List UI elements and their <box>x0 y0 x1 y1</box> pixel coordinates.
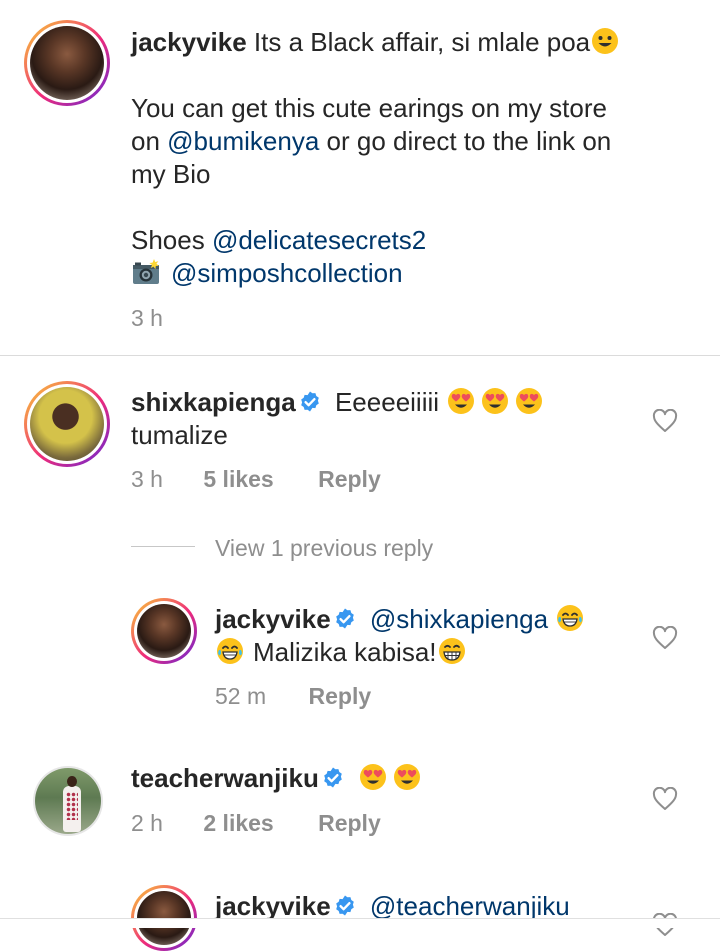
divider <box>0 355 720 356</box>
avatar[interactable] <box>24 20 110 106</box>
mention-link[interactable]: @bumikenya <box>167 126 319 156</box>
mention-link[interactable]: @teacherwanjiku <box>370 891 570 921</box>
mention-link[interactable]: @delicatesecrets2 <box>212 225 426 255</box>
reply-button[interactable]: Reply <box>318 810 381 836</box>
likes-count[interactable]: 2 likes <box>203 810 273 836</box>
caption-line-5: Shoes @delicatesecrets2 <box>131 225 427 255</box>
heart-eyes-emoji-icon <box>392 762 422 792</box>
comment-timestamp: 3 h <box>131 466 163 492</box>
comment-timestamp: 2 h <box>131 810 163 836</box>
username[interactable]: jackyvike <box>215 891 331 921</box>
replies-divider-line <box>131 546 195 547</box>
caption-line-1: jackyvike Its a Black affair, si mlale p… <box>131 26 620 59</box>
verified-badge-icon <box>333 607 357 631</box>
reply-line-2: Malizika kabisa! <box>215 636 467 669</box>
comment-meta: 3 h 5 likes Reply <box>131 466 381 493</box>
like-heart-icon[interactable] <box>652 409 678 433</box>
caption-text: Its a Black affair, si mlale poa <box>253 27 591 57</box>
caption-line-6: @simposhcollection <box>131 257 403 290</box>
username[interactable]: shixkapienga <box>131 387 296 417</box>
avatar-photo <box>35 768 101 834</box>
avatar[interactable] <box>24 381 110 467</box>
avatar-photo <box>137 604 191 658</box>
mention-link[interactable]: @shixkapienga <box>370 604 548 634</box>
avatar-photo <box>30 387 104 461</box>
reply-timestamp: 52 m <box>215 683 267 709</box>
like-heart-icon[interactable] <box>652 787 678 811</box>
username[interactable]: jackyvike <box>215 604 331 634</box>
reply-text: Malizika kabisa! <box>253 637 437 667</box>
tears-of-joy-emoji-icon <box>555 603 585 633</box>
caption-line-4: my Bio <box>131 159 211 189</box>
verified-badge-icon <box>321 766 345 790</box>
mention-link[interactable]: @simposhcollection <box>171 258 403 288</box>
view-previous-reply-button[interactable]: View 1 previous reply <box>215 535 433 562</box>
tears-of-joy-emoji-icon <box>215 636 245 666</box>
comment-line-1: shixkapienga Eeeeeiiiii <box>131 386 544 419</box>
comment-line-2: tumalize <box>131 420 228 450</box>
reply-button[interactable]: Reply <box>318 466 381 492</box>
comment-line-1: teacherwanjiku <box>131 762 422 795</box>
smile-emoji-icon <box>590 26 620 56</box>
likes-count[interactable]: 5 likes <box>203 466 273 492</box>
username[interactable]: teacherwanjiku <box>131 763 319 793</box>
caption-timestamp: 3 h <box>131 305 163 331</box>
reply-meta: 52 m Reply <box>215 683 371 710</box>
reply-line-1: jackyvike @shixkapienga <box>215 603 585 636</box>
bottom-bar <box>0 919 720 928</box>
heart-eyes-emoji-icon <box>446 386 476 416</box>
verified-badge-icon <box>298 390 322 414</box>
caption-line-3: on @bumikenya or go direct to the link o… <box>131 126 612 156</box>
reply-button[interactable]: Reply <box>309 683 372 709</box>
heart-eyes-emoji-icon <box>480 386 510 416</box>
heart-eyes-emoji-icon <box>358 762 388 792</box>
heart-eyes-emoji-icon <box>514 386 544 416</box>
avatar[interactable] <box>131 598 197 664</box>
verified-badge-icon <box>333 894 357 918</box>
comment-meta: 2 h 2 likes Reply <box>131 810 381 837</box>
camera-flash-icon <box>131 257 161 287</box>
grinning-emoji-icon <box>437 636 467 666</box>
caption-line-2: You can get this cute earings on my stor… <box>131 93 607 123</box>
username[interactable]: jackyvike <box>131 27 247 57</box>
avatar-photo <box>30 26 104 100</box>
comment-text: Eeeeeiiiii <box>334 387 440 417</box>
avatar[interactable] <box>33 766 103 836</box>
like-heart-icon[interactable] <box>652 626 678 650</box>
